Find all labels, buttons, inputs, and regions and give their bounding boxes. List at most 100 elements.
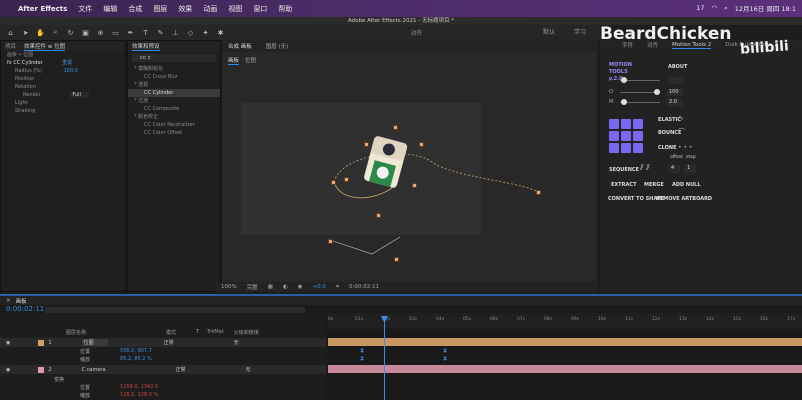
camera-icon[interactable]: ◉ <box>298 284 303 290</box>
transform-handle[interactable] <box>394 257 399 262</box>
prop-row[interactable]: Position <box>1 75 125 83</box>
anchor-cell[interactable] <box>621 143 631 153</box>
layer-duration-bar[interactable] <box>328 365 802 373</box>
prop-value[interactable]: 85.2, 85.2 % <box>120 356 152 362</box>
transform-handle[interactable] <box>376 213 381 218</box>
comp-time[interactable]: 0:00:02:11 <box>349 284 379 290</box>
snap-label[interactable]: 对齐 <box>411 29 422 37</box>
menu-effect[interactable]: 效果 <box>178 4 192 14</box>
brush-tool-icon[interactable]: ✎ <box>156 29 165 37</box>
transform-handle[interactable] <box>331 180 336 185</box>
anchor-cell[interactable] <box>633 131 643 141</box>
layer-row[interactable]: ◉ 1 位图 正常 无 <box>0 338 326 347</box>
eye-icon[interactable]: ◉ <box>6 367 10 373</box>
extract-button[interactable]: EXTRACT <box>611 182 636 188</box>
zoom-dropdown[interactable]: 100% <box>221 284 237 290</box>
prop-row[interactable]: Render Full <box>1 91 125 99</box>
layer-name[interactable]: C camera <box>82 367 106 373</box>
battery-level[interactable]: 17 <box>696 4 704 12</box>
roto-brush-tool-icon[interactable]: ✦ <box>201 29 210 37</box>
slider-knob[interactable] <box>621 99 627 105</box>
transform-handle[interactable] <box>393 125 398 130</box>
anchor-cell[interactable] <box>621 119 631 129</box>
category-row[interactable]: * 模糊和锐化 <box>128 65 220 73</box>
eye-icon[interactable]: ◉ <box>6 340 10 346</box>
mask-icon[interactable]: ◐ <box>283 284 288 290</box>
camera-tool-icon[interactable]: ▣ <box>81 29 90 37</box>
tab-effect-controls[interactable]: 效果控件 ≡ 位图 <box>24 42 66 51</box>
anchor-cell[interactable] <box>621 131 631 141</box>
resolution-dropdown[interactable]: 完整 <box>247 283 258 291</box>
anchor-cell[interactable] <box>609 131 619 141</box>
effect-row[interactable]: fx CC Cylinder 重置 <box>1 59 125 67</box>
clone-stamp-tool-icon[interactable]: ⊥ <box>171 29 180 37</box>
current-time[interactable]: 0:00:02:11 <box>6 305 44 313</box>
render-dropdown[interactable]: Full <box>70 92 89 98</box>
search-icon[interactable]: ⌕ <box>724 4 728 13</box>
home-icon[interactable]: ⌂ <box>6 29 15 37</box>
layer-color-label[interactable] <box>38 339 45 346</box>
close-icon[interactable]: ✕ <box>6 298 11 304</box>
transform-handle[interactable] <box>364 142 369 147</box>
hand-tool-icon[interactable]: ✋ <box>36 29 45 37</box>
rectangle-tool-icon[interactable]: ▭ <box>111 29 120 37</box>
workspace-learn[interactable]: 学习 <box>574 25 586 40</box>
slider-value[interactable]: 100 <box>667 89 683 96</box>
offset-input[interactable]: 4 <box>668 165 680 173</box>
layer-mode[interactable]: 正常 <box>176 366 186 373</box>
slider-knob[interactable] <box>654 89 660 95</box>
anchor-grid[interactable] <box>609 119 643 153</box>
prop-row[interactable]: 缩放 128.0, 128.0 % <box>0 391 326 399</box>
prop-row[interactable]: 位置 1158.0, 1342.0 <box>0 383 326 391</box>
workspace-default[interactable]: 默认 <box>543 25 555 40</box>
add-null-button[interactable]: ADD NULL <box>672 182 701 188</box>
prop-value[interactable]: 100.0 <box>64 68 78 74</box>
keyframe-icon[interactable]: ⧗ <box>443 355 447 363</box>
prop-row[interactable]: 变换 <box>0 375 326 383</box>
menu-app[interactable]: After Effects <box>18 5 67 13</box>
prop-row[interactable]: Radius (%) 100.0 <box>1 67 125 75</box>
anchor-cell[interactable] <box>633 143 643 153</box>
anchor-cell[interactable] <box>609 119 619 129</box>
effect-item-selected[interactable]: CC Cylinder <box>128 89 220 97</box>
puppet-tool-icon[interactable]: ✱ <box>216 29 225 37</box>
playhead[interactable] <box>384 318 385 400</box>
prop-value[interactable]: 556.0, 907.7 <box>120 348 152 354</box>
clock[interactable]: 12月16日 周四 18:1 <box>735 3 796 13</box>
layer-parent[interactable]: 无 <box>246 366 251 373</box>
selection-tool-icon[interactable]: ➤ <box>21 29 30 37</box>
step-input[interactable]: 1 <box>684 165 696 173</box>
menu-animation[interactable]: 动画 <box>203 4 217 14</box>
slider-value[interactable]: 2.0 <box>667 99 683 106</box>
col-t[interactable]: T <box>196 329 199 337</box>
prop-value[interactable]: 1158.0, 1342.0 <box>120 384 158 390</box>
slider-value[interactable] <box>667 77 683 84</box>
prop-row[interactable]: Rotation <box>1 83 125 91</box>
tab-composition[interactable]: 合成 画板 <box>228 42 252 50</box>
merge-button[interactable]: MERGE <box>644 182 664 188</box>
prop-row[interactable]: Shading <box>1 107 125 115</box>
grid-icon[interactable]: ▦ <box>268 284 273 290</box>
zoom-tool-icon[interactable]: ⌕ <box>51 28 60 37</box>
menu-edit[interactable]: 编辑 <box>103 4 117 14</box>
reset-link[interactable]: 重置 <box>62 60 72 66</box>
effect-item[interactable]: CC Color Offset <box>128 129 220 137</box>
layer-name[interactable]: 位图 <box>81 339 108 346</box>
transform-handle[interactable] <box>344 177 349 182</box>
prop-value[interactable]: 128.0, 128.0 % <box>120 392 158 398</box>
layer-color-label[interactable] <box>38 366 45 373</box>
layer-mode[interactable]: 正常 <box>164 339 174 346</box>
layer-parent[interactable]: 无 <box>234 339 239 346</box>
remove-artboard-button[interactable]: REMOVE ARTBOARD <box>656 196 712 202</box>
type-tool-icon[interactable]: T <box>141 29 150 37</box>
keyframe-icon[interactable]: ⧗ <box>360 355 364 363</box>
col-mode[interactable]: 模式 <box>166 329 176 337</box>
effects-presets-title[interactable]: 效果和预设 <box>132 42 160 51</box>
col-parent[interactable]: 父级和链接 <box>234 329 259 337</box>
transform-handle[interactable] <box>536 190 541 195</box>
keyframe-icon[interactable]: ⧗ <box>360 347 364 355</box>
layer-duration-bar[interactable] <box>328 338 802 346</box>
transform-handle[interactable] <box>412 183 417 188</box>
layer-row[interactable]: ◉ 2 C camera 正常 无 <box>0 365 326 374</box>
transform-handle[interactable] <box>328 239 333 244</box>
